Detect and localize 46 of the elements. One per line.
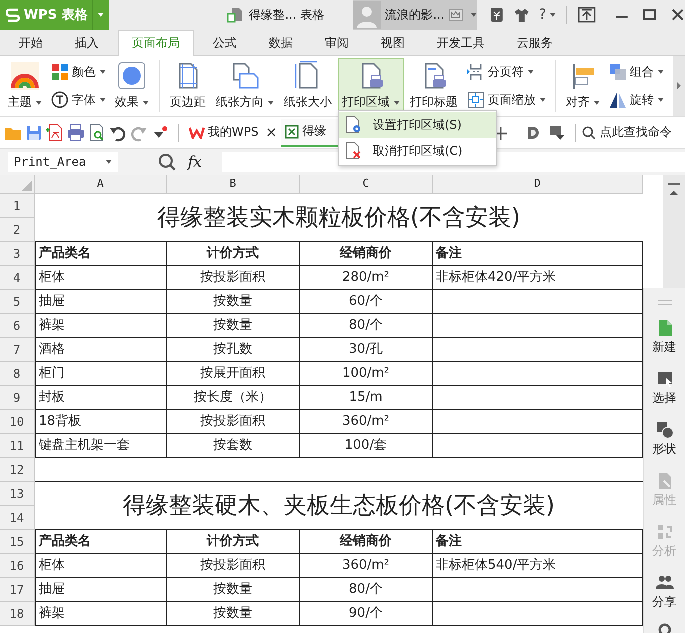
table-cell: 柜体 [35, 554, 167, 578]
table-cell: 产品类名 [35, 530, 167, 554]
table-cell: 60/个 [300, 290, 433, 314]
table-cell: 柜体 [35, 266, 167, 290]
table-cell: 360/m² [300, 410, 433, 434]
table-cell: 按投影面积 [167, 410, 300, 434]
table-cell: 按投影面积 [167, 266, 300, 290]
table-cell: 100/m² [300, 362, 433, 386]
table-cell: 计价方式 [167, 530, 300, 554]
table-cell: 按数量 [167, 314, 300, 338]
table-cell: 非标柜体420/平方米 [433, 266, 643, 290]
table-cell: 裤架 [35, 602, 167, 626]
table-cell: 封板 [35, 386, 167, 410]
table-cell: 抽屉 [35, 578, 167, 602]
table-cell: 按套数 [167, 434, 300, 458]
table-cell: 计价方式 [167, 242, 300, 266]
table-cell: 15/m [300, 386, 433, 410]
table-cell: 按数量 [167, 290, 300, 314]
table-cell: 按数量 [167, 578, 300, 602]
table-title: 得缘整装实木颗粒板价格(不含安装) [35, 194, 643, 242]
table-cell: 360/m² [300, 554, 433, 578]
table-cell: 备注 [433, 530, 643, 554]
table-cell: 80/个 [300, 314, 433, 338]
table-cell: 90/个 [300, 602, 433, 626]
table-cell: 80/个 [300, 578, 433, 602]
table-cell: 30/孔 [300, 338, 433, 362]
table-cell: 酒格 [35, 338, 167, 362]
table-cell: 备注 [433, 242, 643, 266]
table-cell: 按投影面积 [167, 554, 300, 578]
table-cell: 18背板 [35, 410, 167, 434]
table-cell: 100/套 [300, 434, 433, 458]
table-cell: 柜门 [35, 362, 167, 386]
table-cell: 经销商价 [300, 242, 433, 266]
table-cell: 裤架 [35, 314, 167, 338]
table-title: 得缘整装硬木、夹板生态板价格(不含安装) [35, 482, 643, 530]
document-title: 得缘整... 表格 [249, 6, 324, 24]
table-cell: 按长度（米） [167, 386, 300, 410]
table-cell: 按数量 [167, 602, 300, 626]
table-cell: 非标柜体540/平方米 [433, 554, 643, 578]
table-cell: 键盘主机架一套 [35, 434, 167, 458]
table-cell: 抽屉 [35, 290, 167, 314]
table-cell: 产品类名 [35, 242, 167, 266]
table-cell: 按展开面积 [167, 362, 300, 386]
table-cell: 按孔数 [167, 338, 300, 362]
table-cell: 280/m² [300, 266, 433, 290]
table-cell: 经销商价 [300, 530, 433, 554]
